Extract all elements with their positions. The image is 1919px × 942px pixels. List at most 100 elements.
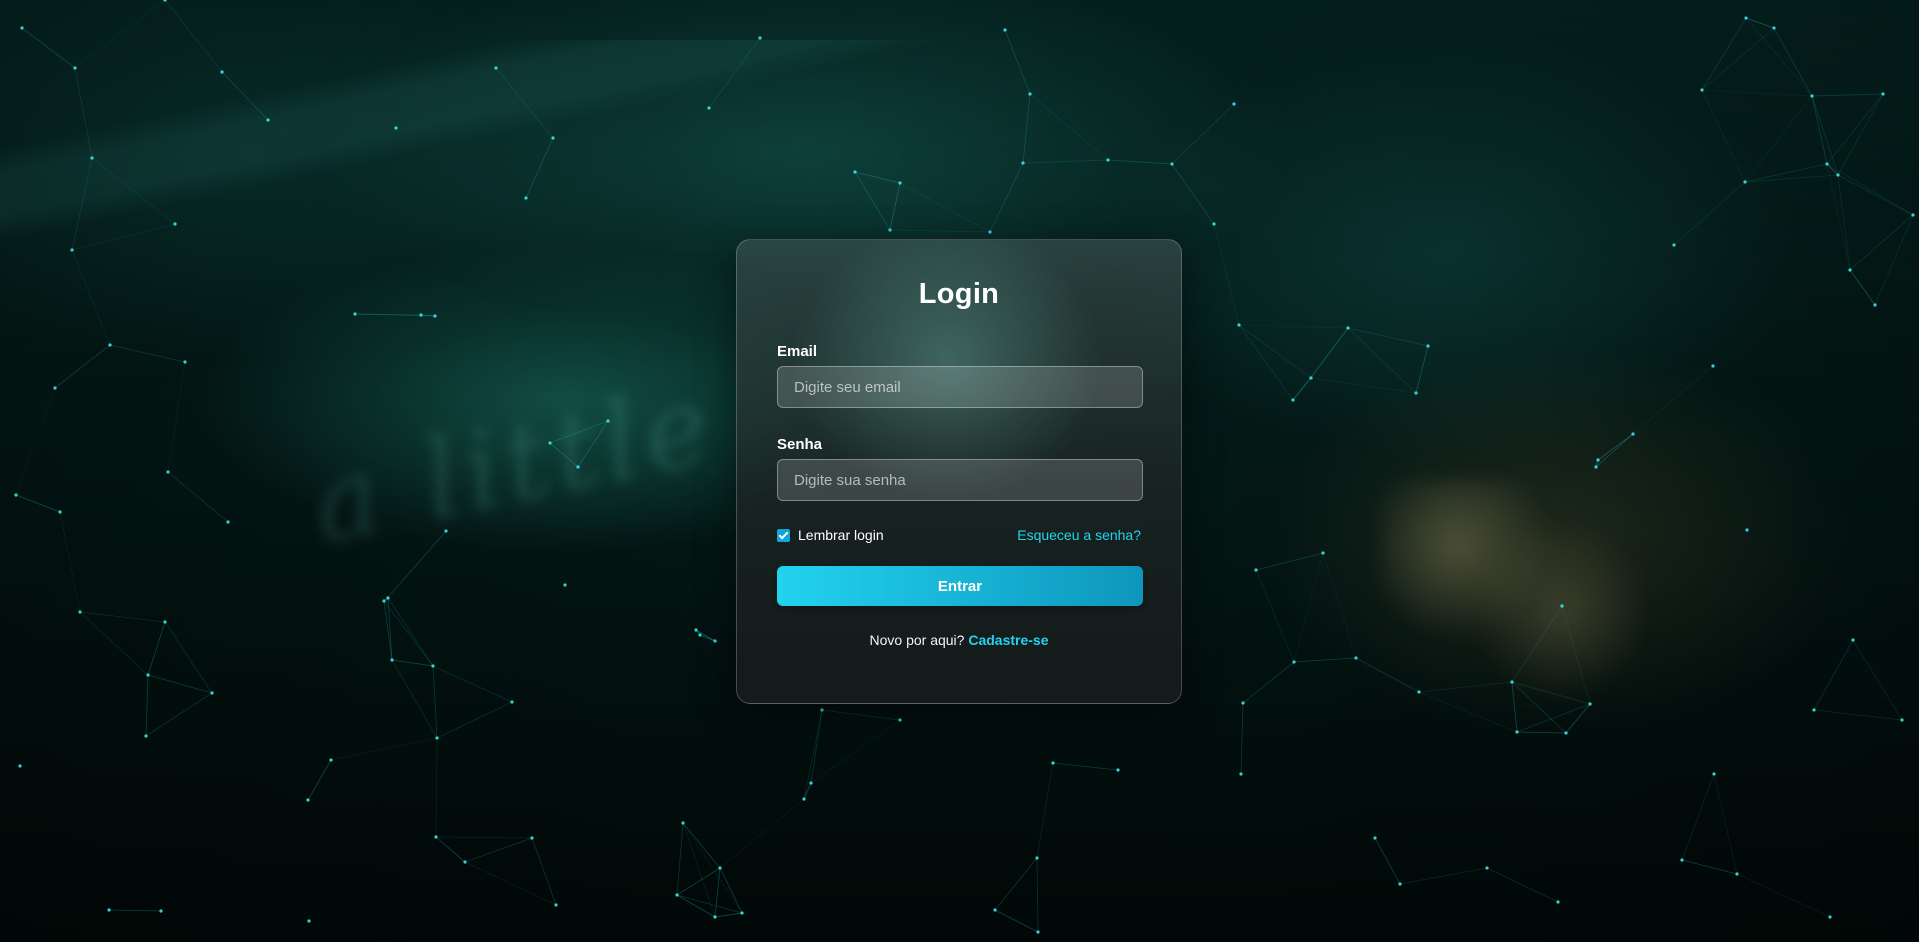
network-link [79,611,149,676]
network-link [676,822,684,896]
network-node [1812,708,1816,712]
network-link [1240,702,1244,775]
network-link [307,759,332,801]
network-link [1511,681,1518,733]
signup-prompt-text: Novo por aqui? [869,632,965,648]
network-node [1239,772,1243,776]
network-link [899,182,991,233]
network-link [1418,681,1513,693]
network-node [20,26,24,30]
network-node [758,36,762,40]
network-link [1813,709,1903,721]
network-node [306,798,310,802]
network-node [1515,730,1519,734]
network-node [1036,930,1040,934]
network-link [15,494,61,513]
network-link [1022,159,1109,164]
network-node [1594,465,1598,469]
network-link [391,659,434,667]
network-node [431,664,435,668]
network-node [1309,376,1313,380]
network-node [713,639,717,643]
network-link [803,709,823,800]
signup-link[interactable]: Cadastre-se [968,632,1048,648]
network-link [1701,89,1746,183]
password-group: Senha [777,436,1143,501]
network-node [1745,528,1749,532]
network-node [90,156,94,160]
network-node [444,529,448,533]
network-node [530,836,534,840]
email-input[interactable] [777,366,1143,408]
network-node [1510,680,1514,684]
network-node [1398,882,1402,886]
network-link [1036,857,1039,933]
network-node [1028,92,1032,96]
network-link [1701,27,1775,91]
network-link [109,344,186,363]
network-link [74,0,166,69]
network-link [387,597,434,667]
network-node [1672,243,1676,247]
network-link [1310,377,1417,394]
network-link [167,471,229,523]
network-node [713,915,717,919]
network-link [221,71,269,121]
network-node [1051,761,1055,765]
network-link [854,171,891,231]
network-link [71,157,93,251]
network-link [330,737,438,761]
login-title: Login [918,278,1000,310]
network-link [383,530,447,602]
network-link [147,621,166,676]
network-node [1911,213,1915,217]
network-node [1810,94,1814,98]
network-link [1293,657,1357,663]
network-node [329,758,333,762]
network-node [1828,915,1832,919]
network-node [108,343,112,347]
network-node [433,314,437,318]
network-node [1003,28,1007,32]
network-node [1836,173,1840,177]
network-node [551,136,555,140]
network-node [576,465,580,469]
network-node [1321,551,1325,555]
network-link [147,674,213,694]
network-node [226,520,230,524]
network-node [802,797,806,801]
network-link [1813,639,1854,711]
network-node [563,583,567,587]
network-link [432,665,438,739]
network-node [1711,364,1715,368]
network-link [889,182,901,231]
network-link [1516,731,1567,734]
network-link [1004,29,1031,95]
network-link [1595,433,1634,468]
login-button[interactable]: Entrar [777,566,1143,606]
network-link [676,867,721,896]
network-link [719,798,805,869]
network-node [1743,180,1747,184]
network-link [1744,174,1839,183]
network-link [1745,17,1813,97]
forgot-password-link[interactable]: Esqueceu a senha? [1017,527,1141,543]
network-link [1849,214,1914,271]
network-node [266,118,270,122]
network-node [993,908,997,912]
remember-login[interactable]: Lembrar login [777,527,884,543]
password-input[interactable] [777,459,1143,501]
network-node [166,470,170,474]
network-link [1852,639,1903,721]
network-node [1232,102,1236,106]
network-node [434,835,438,839]
network-link [1681,773,1715,861]
network-link [1107,159,1173,165]
network-link [1849,269,1876,306]
network-link [994,909,1039,933]
network-node [1414,391,1418,395]
network-link [59,511,81,613]
network-node [1373,836,1377,840]
remember-checkbox[interactable] [777,528,790,542]
network-link [1632,365,1714,435]
